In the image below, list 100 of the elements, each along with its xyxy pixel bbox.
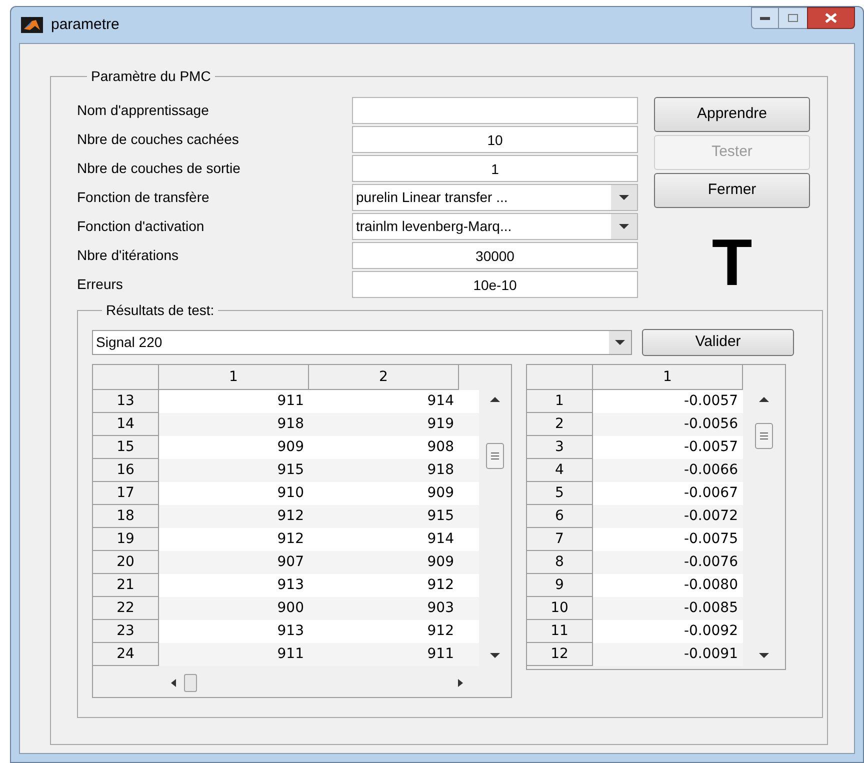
table-cell: -0.0057 — [593, 436, 743, 459]
table-cell: -0.0057 — [593, 390, 743, 413]
caret-icon[interactable] — [615, 340, 625, 345]
scrollbar-thumb[interactable] — [755, 423, 773, 449]
scrollbar-thumb[interactable] — [184, 674, 197, 692]
table-cell: 915 — [309, 505, 459, 528]
table-cell: 912 — [309, 574, 459, 597]
scroll-up-icon[interactable] — [759, 397, 769, 402]
field-label: Nbre de couches cachées — [77, 130, 240, 149]
row-header: 15 — [93, 436, 159, 459]
table-cell: -0.0080 — [593, 574, 743, 597]
row-header: 12 — [527, 643, 593, 666]
field-label: Erreurs — [77, 275, 124, 294]
row-header: 23 — [93, 620, 159, 643]
maximize-icon — [788, 14, 798, 22]
table-cell — [459, 390, 479, 413]
table-cell: 912 — [159, 528, 309, 551]
row-header: 7 — [527, 528, 593, 551]
signal-dropdown[interactable]: Signal 220 — [92, 330, 632, 355]
row-header: 5 — [527, 482, 593, 505]
caret-icon[interactable] — [619, 195, 629, 200]
table-cell: 914 — [309, 528, 459, 551]
input-field[interactable]: 10 — [352, 126, 638, 153]
row-header: 24 — [93, 643, 159, 666]
table-cell: -0.0056 — [593, 413, 743, 436]
scroll-left-icon[interactable] — [171, 679, 176, 687]
table-cell: 911 — [159, 643, 309, 666]
action-button[interactable]: Fermer — [654, 173, 810, 208]
table-cell: -0.0076 — [593, 551, 743, 574]
close-icon — [825, 13, 837, 23]
row-header: 11 — [527, 620, 593, 643]
validate-button[interactable]: Valider — [642, 329, 794, 356]
group-title: Paramètre du PMC — [90, 67, 212, 86]
row-header: 9 — [527, 574, 593, 597]
minimize-icon — [760, 16, 770, 20]
table-cell: -0.0092 — [593, 620, 743, 643]
big-letter: T — [712, 229, 752, 295]
table-cell: 913 — [159, 574, 309, 597]
scroll-down-icon[interactable] — [490, 653, 500, 658]
row-header: 3 — [527, 436, 593, 459]
column-header: 1 — [159, 365, 309, 390]
dropdown-field[interactable]: purelin Linear transfer ... — [352, 184, 638, 211]
table-cell: 912 — [159, 505, 309, 528]
row-header: 1 — [527, 390, 593, 413]
table-cell: 911 — [159, 390, 309, 413]
scrollbar-thumb[interactable] — [486, 443, 504, 469]
field-label: Nbre de couches de sortie — [77, 159, 242, 178]
row-header: 17 — [93, 482, 159, 505]
table-cell: 903 — [309, 597, 459, 620]
row-header: 4 — [527, 459, 593, 482]
scroll-down-icon[interactable] — [759, 653, 769, 658]
table-cell: 908 — [309, 436, 459, 459]
table-cell: 918 — [159, 413, 309, 436]
row-header: 2 — [527, 413, 593, 436]
table-cell: 918 — [309, 459, 459, 482]
row-header: 10 — [527, 597, 593, 620]
group-title: Résultats de test: — [105, 301, 216, 320]
scroll-up-icon[interactable] — [490, 397, 500, 402]
dropdown-field[interactable]: trainlm levenberg-Marq... — [352, 213, 638, 240]
input-field[interactable]: 1 — [352, 155, 638, 182]
row-header: 6 — [527, 505, 593, 528]
table-cell: 915 — [159, 459, 309, 482]
table-cell: 910 — [159, 482, 309, 505]
window-title: parametre — [51, 14, 120, 35]
table-cell: -0.0085 — [593, 597, 743, 620]
app-logo-icon — [21, 17, 43, 33]
scroll-right-icon[interactable] — [458, 679, 463, 687]
caret-icon[interactable] — [619, 224, 629, 229]
table-cell: 911 — [309, 643, 459, 666]
table-cell: 919 — [309, 413, 459, 436]
table-cell: 907 — [159, 551, 309, 574]
table-cell: 913 — [159, 620, 309, 643]
table-cell: 900 — [159, 597, 309, 620]
action-button[interactable]: Apprendre — [654, 97, 810, 132]
table-cell: -0.0075 — [593, 528, 743, 551]
row-header: 22 — [93, 597, 159, 620]
row-header: 21 — [93, 574, 159, 597]
maximize-button[interactable] — [779, 7, 807, 29]
input-field[interactable]: 30000 — [352, 242, 638, 269]
column-header: 1 — [593, 365, 743, 390]
row-header: 13 — [93, 390, 159, 413]
field-label: Nom d'apprentissage — [77, 101, 210, 120]
field-label: Nbre d'itérations — [77, 246, 180, 265]
close-button[interactable] — [807, 7, 855, 29]
input-field[interactable]: 10e-10 — [352, 271, 638, 298]
table-cell: 912 — [309, 620, 459, 643]
row-header: 18 — [93, 505, 159, 528]
table-cell: -0.0066 — [593, 459, 743, 482]
table-cell: 914 — [309, 390, 459, 413]
column-header: 2 — [309, 365, 459, 390]
field-label: Fonction de transfère — [77, 188, 210, 207]
table-cell: -0.0091 — [593, 643, 743, 666]
input-field[interactable] — [352, 97, 638, 124]
row-header: 20 — [93, 551, 159, 574]
table-cell: 909 — [309, 482, 459, 505]
minimize-button[interactable] — [751, 7, 779, 29]
table-cell: -0.0072 — [593, 505, 743, 528]
table-cell: 909 — [159, 436, 309, 459]
table-cell: 909 — [309, 551, 459, 574]
row-header: 16 — [93, 459, 159, 482]
